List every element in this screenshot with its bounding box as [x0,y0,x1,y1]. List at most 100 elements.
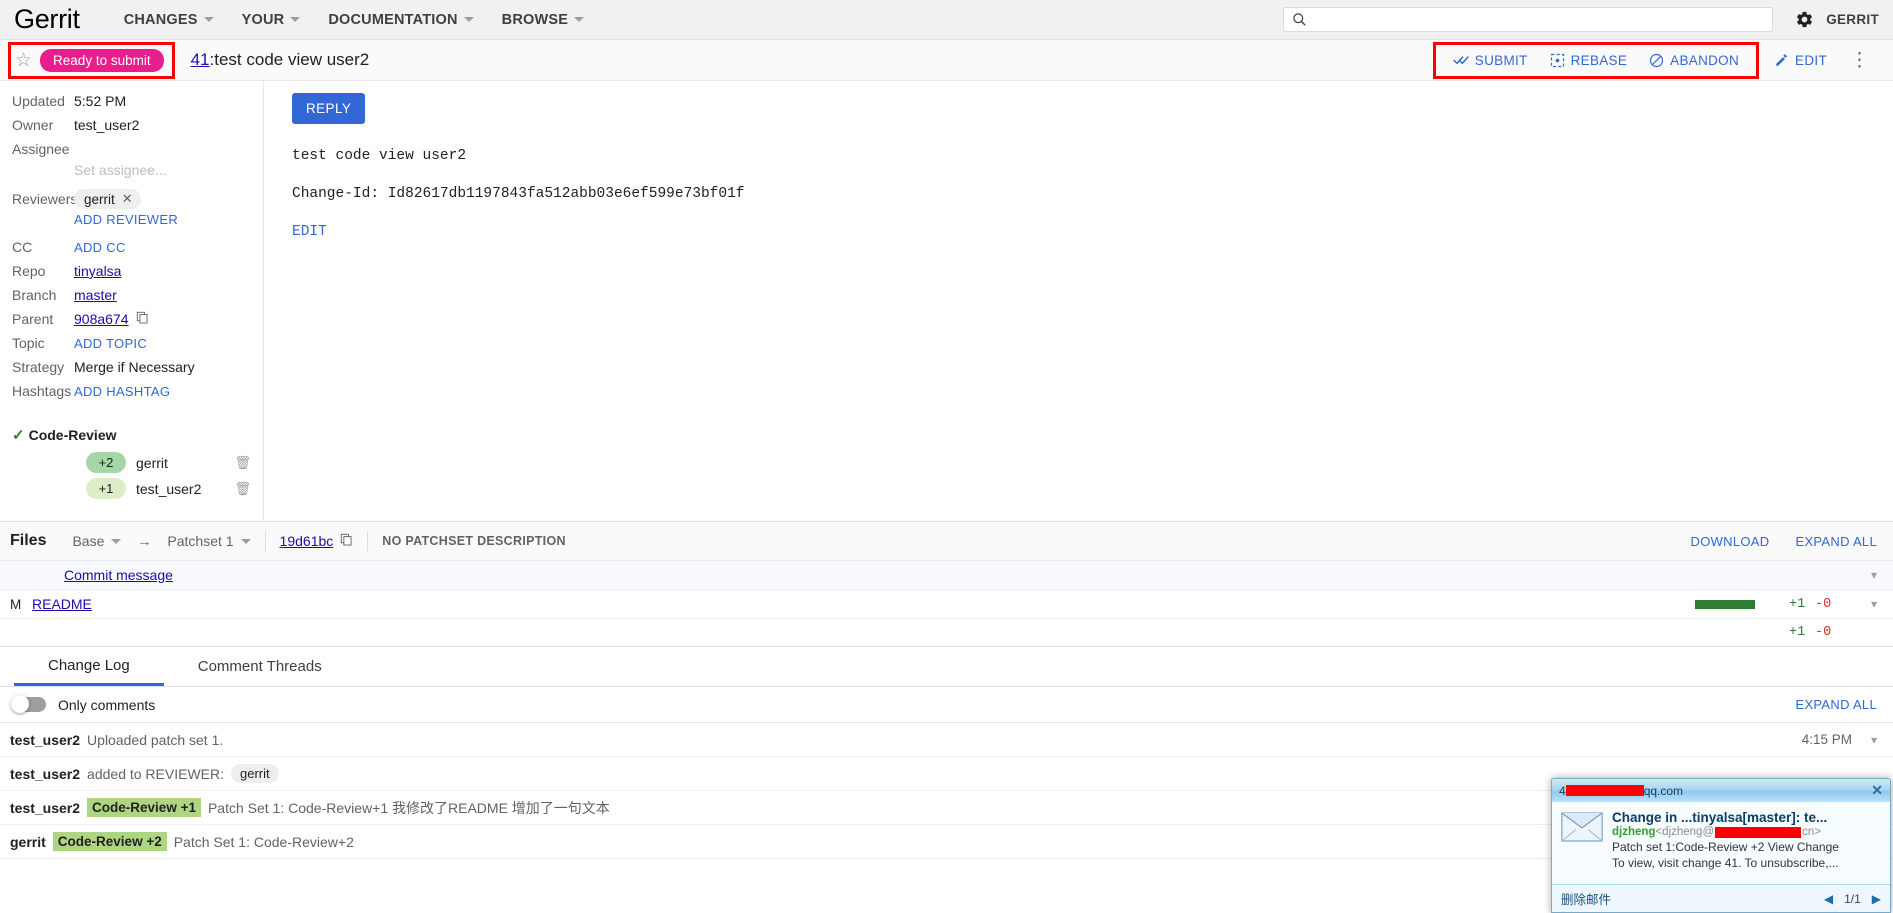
branch-link[interactable]: master [74,287,117,303]
redaction-bar [1565,785,1644,796]
copy-icon[interactable] [340,533,353,550]
add-topic-button[interactable]: ADD TOPIC [74,336,147,351]
file-name-link[interactable]: README [32,596,92,612]
assignee-placeholder[interactable]: Set assignee... [74,162,167,178]
chevron-down-icon[interactable]: ▾ [1871,568,1877,582]
nav-item-documentation[interactable]: DOCUMENTATION [314,0,487,40]
file-diff-stats: +1 -0 ▾ [1694,596,1877,612]
toast-content: Change in ...tinyalsa[master]: te... djz… [1552,802,1890,884]
log-vote-badge: Code-Review +2 [52,832,167,851]
chevron-down-icon[interactable]: ▾ [1871,597,1877,611]
vote-user-name: test_user2 [136,480,202,497]
nav-item-changes-label: CHANGES [123,11,198,28]
commit-change-id-line: Change-Id: Id82617db1197843fa512abb03e6e… [292,186,745,203]
tab-change-log[interactable]: Change Log [14,647,164,686]
status-highlight-box: ☆ Ready to submit [8,41,175,79]
abandon-button[interactable]: ABANDON [1638,53,1750,68]
nav-item-browse-label: BROWSE [501,11,569,28]
change-number-link[interactable]: 41 [191,50,210,70]
table-row[interactable]: Commit message ▾ [0,561,1893,590]
status-badge[interactable]: Ready to submit [40,48,164,72]
nav-item-changes[interactable]: CHANGES [110,0,228,40]
add-cc-button[interactable]: ADD CC [74,240,126,255]
additions-bar [1694,599,1755,609]
settings-gear-button[interactable] [1795,10,1814,29]
repo-link[interactable]: tinyalsa [74,263,121,279]
reply-button[interactable]: REPLY [292,93,366,124]
more-options-button[interactable]: ⋮ [1838,51,1881,70]
change-subject: test code view user2 [214,50,370,69]
toast-subject[interactable]: Change in ...tinyalsa[master]: te... [1612,810,1881,825]
file-diff-stats: ▾ [1845,568,1877,582]
redaction-bar [1715,826,1802,838]
base-patchset-selector[interactable]: Base [72,533,122,549]
totals-stats: +1 -0 ▾ [1695,625,1877,640]
nav-item-your-label: YOUR [241,11,285,28]
submit-button[interactable]: SUBMIT [1442,53,1539,68]
only-comments-toggle[interactable] [11,695,46,713]
account-menu-button[interactable]: GERRIT [1826,12,1879,27]
edit-button[interactable]: EDIT [1763,53,1838,68]
search-box[interactable] [1283,7,1774,32]
files-expand-all-button[interactable]: EXPAND ALL [1795,534,1877,549]
delete-mail-button[interactable]: 删除邮件 [1561,889,1611,908]
toast-preview-line-1: Patch set 1:Code-Review +2 View Change [1612,840,1839,854]
divider [264,531,266,551]
meta-row-topic: Topic ADD TOPIC [0,332,263,356]
double-check-icon [1452,56,1469,65]
meta-row-reviewers: Reviewers gerrit ✕ [0,186,263,212]
updated-value: 5:52 PM [74,93,127,109]
labels-section: ✓ Code-Review +2 gerrit 🗑 +1 test_user2 … [0,426,263,499]
delete-vote-icon[interactable]: 🗑 [234,481,251,497]
patchset-label: Patchset 1 [167,533,234,549]
nav-item-your[interactable]: YOUR [228,0,315,40]
parent-link[interactable]: 908a674 [74,311,129,327]
reviewer-chip-gerrit[interactable]: gerrit ✕ [74,189,141,209]
chevron-down-icon [240,538,251,544]
close-icon[interactable]: ✕ [122,191,133,207]
meta-row-cc: CC ADD CC [0,236,263,260]
changelog-expand-all-button[interactable]: EXPAND ALL [1795,697,1877,712]
add-reviewer-button[interactable]: ADD REVIEWER [74,212,178,227]
vote-score-chip[interactable]: +2 [86,452,126,473]
rebase-button[interactable]: REBASE [1539,53,1639,68]
copy-icon[interactable] [136,311,149,327]
toast-text-block: Change in ...tinyalsa[master]: te... djz… [1612,810,1881,880]
assignee-input-row[interactable]: Set assignee... [0,162,263,186]
table-row[interactable]: M README +1 -0 ▾ [0,590,1893,619]
file-name-link[interactable]: Commit message [64,567,173,583]
email-notification-popup[interactable]: 4 qq.com ✕ Change in ...tinyalsa[master]… [1551,778,1891,913]
commit-message-pane: REPLY test code view user2 Change-Id: Id… [264,81,1893,521]
download-button[interactable]: DOWNLOAD [1691,534,1770,549]
prev-mail-button[interactable]: ◀ [1824,892,1833,906]
only-comments-label: Only comments [58,696,156,713]
change-metadata-panel: Updated 5:52 PM Owner test_user2 Assigne… [0,81,264,521]
page-title: 41 : test code view user2 [191,50,370,70]
add-hashtag-button[interactable]: ADD HASHTAG [74,384,170,399]
tab-comment-threads[interactable]: Comment Threads [164,647,356,686]
close-icon[interactable]: ✕ [1871,782,1883,799]
star-icon[interactable]: ☆ [15,51,32,70]
chevron-down-icon[interactable]: ▾ [1871,733,1877,747]
log-message: Patch Set 1: Code-Review+2 [173,833,354,850]
list-item[interactable]: test_user2 Uploaded patch set 1. 4:15 PM… [0,723,1893,757]
files-heading: Files [10,532,47,549]
target-patchset-selector[interactable]: Patchset 1 [167,533,251,549]
vote-score-chip[interactable]: +1 [86,478,126,499]
submit-label: SUBMIT [1474,52,1528,68]
next-mail-button[interactable]: ▶ [1872,892,1881,906]
file-totals-row: +1 -0 ▾ [0,619,1893,647]
deletions-count: -0 [1814,596,1832,612]
patchset-sha-link[interactable]: 19d61bc [280,533,334,549]
commit-edit-link[interactable]: EDIT [292,224,327,240]
repo-label: Repo [12,263,46,279]
patchset-description[interactable]: NO PATCHSET DESCRIPTION [382,534,566,548]
nav-item-browse[interactable]: BROWSE [488,0,598,40]
search-input[interactable] [1313,11,1765,28]
owner-value[interactable]: test_user2 [74,117,139,133]
toast-address-prefix: 4 [1559,783,1566,798]
reviewers-label: Reviewers [12,190,78,207]
gerrit-logo[interactable]: Gerrit [14,6,80,33]
delete-vote-icon[interactable]: 🗑 [234,455,251,471]
toast-address-suffix: qq.com [1643,783,1684,798]
